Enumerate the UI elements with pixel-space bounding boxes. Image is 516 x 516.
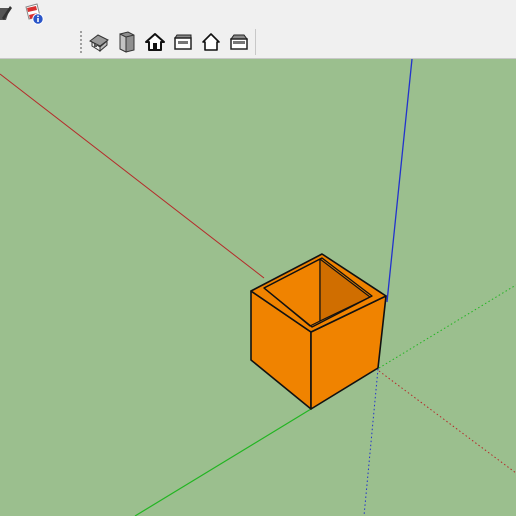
blue-axis-dotted bbox=[363, 368, 379, 516]
red-axis-dotted bbox=[378, 370, 516, 474]
front-view-button[interactable] bbox=[141, 28, 169, 56]
model-info-icon bbox=[23, 3, 45, 25]
3d-viewport[interactable] bbox=[0, 59, 516, 516]
top-view-button[interactable] bbox=[113, 28, 141, 56]
green-axis-dotted bbox=[378, 284, 516, 369]
top-view-icon bbox=[117, 31, 137, 53]
views-toolbar bbox=[79, 28, 256, 56]
red-axis-solid bbox=[0, 73, 265, 279]
iso-view-button[interactable] bbox=[85, 28, 113, 56]
back-view-button[interactable] bbox=[197, 28, 225, 56]
right-view-icon bbox=[173, 32, 193, 52]
style-pencil-icon bbox=[0, 4, 14, 24]
green-axis-solid bbox=[134, 408, 312, 516]
toolbar-separator bbox=[255, 29, 256, 55]
left-view-icon bbox=[229, 32, 249, 52]
style-pencil-button[interactable] bbox=[0, 0, 14, 28]
front-view-icon bbox=[145, 32, 165, 52]
sketchup-window bbox=[0, 0, 516, 516]
blue-axis-solid bbox=[386, 59, 413, 303]
left-view-button[interactable] bbox=[225, 28, 253, 56]
right-view-button[interactable] bbox=[169, 28, 197, 56]
iso-view-icon bbox=[88, 32, 110, 52]
toolbar-row-top bbox=[0, 0, 48, 28]
model-info-button[interactable] bbox=[20, 0, 48, 28]
toolbar-area bbox=[0, 0, 516, 59]
back-view-icon bbox=[201, 32, 221, 52]
box-model[interactable] bbox=[250, 253, 387, 410]
toolbar-grip[interactable] bbox=[79, 30, 83, 54]
